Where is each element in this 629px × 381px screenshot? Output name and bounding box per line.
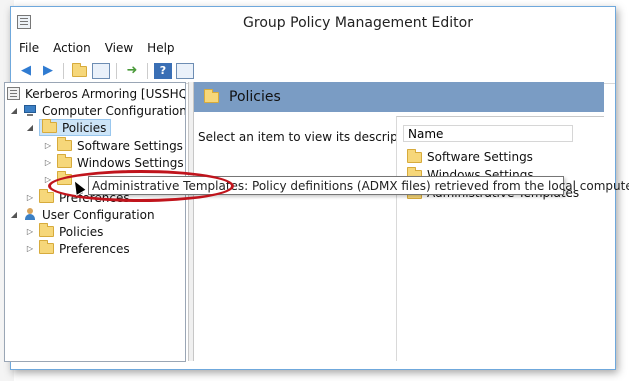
forward-arrow-icon[interactable]: ▶ — [39, 63, 57, 79]
menu-action[interactable]: Action — [53, 41, 91, 55]
tree-node-computer-configuration[interactable]: ◢ Computer Configuration — [9, 102, 186, 119]
toolbar: ◀ ▶ ➜ ? — [11, 59, 615, 84]
tree-node-windows-settings[interactable]: ▷ Windows Settings — [43, 154, 184, 171]
collapse-icon[interactable]: ◢ — [9, 210, 19, 219]
list-item[interactable]: Software Settings — [407, 148, 533, 165]
collapse-icon[interactable]: ◢ — [25, 123, 35, 132]
details-header: Policies — [194, 82, 604, 112]
folder-icon — [204, 88, 219, 103]
toolbar-separator — [63, 63, 64, 79]
folder-icon — [39, 240, 54, 254]
tree-label-user-preferences: Preferences — [59, 241, 130, 256]
toolbar-separator — [147, 63, 148, 79]
properties-icon[interactable] — [176, 63, 194, 79]
tree-node-user-policies[interactable]: ▷ Policies — [25, 223, 103, 240]
tree-node-software-settings[interactable]: ▷ Software Settings — [43, 137, 183, 154]
back-arrow-icon[interactable]: ◀ — [17, 63, 35, 79]
column-header-name[interactable]: Name — [403, 125, 573, 142]
tree-label-windows-settings: Windows Settings — [77, 155, 184, 170]
expand-icon[interactable]: ▷ — [43, 141, 53, 150]
window-title: Group Policy Management Editor — [243, 15, 473, 31]
expand-icon[interactable]: ▷ — [25, 244, 35, 253]
items-list: Name Software Settings Windows Settings … — [396, 116, 604, 361]
expand-icon[interactable]: ▷ — [25, 193, 35, 202]
tree-node-user-preferences[interactable]: ▷ Preferences — [25, 240, 130, 257]
menu-help[interactable]: Help — [147, 41, 174, 55]
folder-icon — [57, 137, 72, 151]
details-pane: Policies Select an item to view its desc… — [194, 82, 604, 361]
show-hide-tree-icon[interactable] — [92, 63, 110, 79]
user-icon — [23, 208, 37, 221]
folder-icon — [39, 189, 54, 203]
folder-icon — [57, 154, 72, 168]
folder-icon — [39, 223, 54, 237]
tree-label-software-settings: Software Settings — [77, 138, 183, 153]
menu-bar: File Action View Help — [11, 37, 615, 59]
expand-icon[interactable]: ▷ — [25, 227, 35, 236]
folder-icon — [407, 148, 422, 163]
selected-item: Policies — [39, 119, 112, 136]
tree-label-policies: Policies — [62, 120, 107, 135]
description-text: Select an item to view its description. — [198, 130, 425, 144]
collapse-icon[interactable]: ◢ — [9, 106, 19, 115]
menu-file[interactable]: File — [19, 41, 39, 55]
gpo-icon — [7, 87, 20, 100]
tree-label-computer-configuration: Computer Configuration — [42, 103, 186, 118]
details-header-title: Policies — [229, 89, 281, 105]
tree-node-policies[interactable]: ◢ Policies — [25, 119, 112, 136]
export-list-icon[interactable]: ➜ — [123, 63, 141, 79]
tree-label-root: Kerberos Armoring [USSHQDC1 — [25, 86, 185, 101]
up-folder-icon[interactable] — [70, 62, 88, 79]
tree-node-root[interactable]: Kerberos Armoring [USSHQDC1 — [7, 85, 185, 102]
toolbar-separator — [116, 63, 117, 79]
list-item-label: Software Settings — [427, 150, 533, 164]
folder-icon — [42, 119, 57, 133]
menu-view[interactable]: View — [105, 41, 133, 55]
title-bar: Group Policy Management Editor — [11, 7, 615, 37]
tree-node-user-configuration[interactable]: ◢ User Configuration — [9, 206, 155, 223]
expand-icon[interactable]: ▷ — [43, 158, 53, 167]
tree-pane: Kerberos Armoring [USSHQDC1 ◢ Computer C… — [4, 82, 186, 362]
computer-icon — [23, 104, 37, 117]
tree-label-user-configuration: User Configuration — [42, 207, 155, 222]
help-icon[interactable]: ? — [154, 63, 172, 79]
tree-label-user-policies: Policies — [59, 224, 104, 239]
